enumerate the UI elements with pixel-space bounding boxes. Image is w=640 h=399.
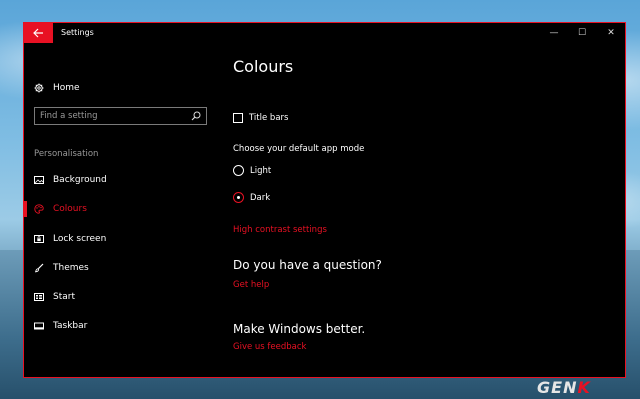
sidebar-item-start[interactable]: Start [34,289,75,305]
sidebar-item-label: Themes [53,263,89,273]
minimize-button[interactable]: — [541,23,567,43]
feedback-link[interactable]: Give us feedback [233,342,306,352]
title-bars-option[interactable]: Title bars [233,113,288,123]
close-button[interactable]: ✕ [598,23,624,43]
sidebar-item-lock-screen[interactable]: Lock screen [34,231,106,247]
get-help-link[interactable]: Get help [233,280,269,290]
sidebar-item-background[interactable]: Background [34,172,107,188]
brush-icon [35,263,44,273]
question-heading: Do you have a question? [233,258,382,272]
sidebar-item-themes[interactable]: Themes [34,260,89,276]
minimize-icon: — [549,28,559,38]
taskbar-icon [34,322,44,330]
section-heading: Personalisation [34,149,99,159]
back-arrow-icon [33,28,43,38]
title-bars-checkbox[interactable] [233,113,243,123]
sidebar-item-home[interactable]: Home [34,80,80,96]
picture-icon [34,176,44,184]
sidebar-item-colours[interactable]: Colours [34,201,87,217]
main-content: Colours Title bars Choose your default a… [233,43,613,377]
title-bars-label: Title bars [249,113,289,123]
light-mode-option[interactable]: Light [233,165,271,176]
home-label: Home [53,83,80,93]
search-icon[interactable] [191,111,201,121]
search-input[interactable] [40,110,190,122]
genk-watermark: GENK [537,378,591,397]
palette-icon [34,204,44,214]
dark-radio[interactable] [233,192,244,203]
gear-icon [34,83,44,93]
search-box[interactable] [34,107,207,125]
close-icon: ✕ [607,28,615,38]
feedback-heading: Make Windows better. [233,322,366,336]
start-grid-icon [34,293,44,301]
dark-label: Dark [250,192,271,203]
app-mode-heading: Choose your default app mode [233,144,365,154]
sidebar-item-label: Colours [53,204,87,214]
sidebar-item-label: Background [53,175,107,185]
sidebar-item-label: Lock screen [53,234,107,244]
settings-window: Settings — ☐ ✕ Home Personalisati [23,22,626,378]
sidebar: Home Personalisation Background Colours [24,43,214,377]
light-label: Light [250,165,272,176]
maximize-icon: ☐ [577,28,587,38]
active-indicator [24,201,27,217]
dark-mode-option[interactable]: Dark [233,192,270,203]
maximize-button[interactable]: ☐ [569,23,595,43]
page-title: Colours [233,57,294,76]
sidebar-item-label: Start [53,292,75,302]
title-bar: Settings — ☐ ✕ [24,23,625,43]
back-button[interactable] [24,23,53,43]
lock-screen-icon [34,235,44,243]
high-contrast-link[interactable]: High contrast settings [233,225,327,235]
sidebar-item-label: Taskbar [53,321,88,331]
window-title: Settings [61,28,94,37]
light-radio[interactable] [233,165,244,176]
sidebar-item-taskbar[interactable]: Taskbar [34,318,87,334]
